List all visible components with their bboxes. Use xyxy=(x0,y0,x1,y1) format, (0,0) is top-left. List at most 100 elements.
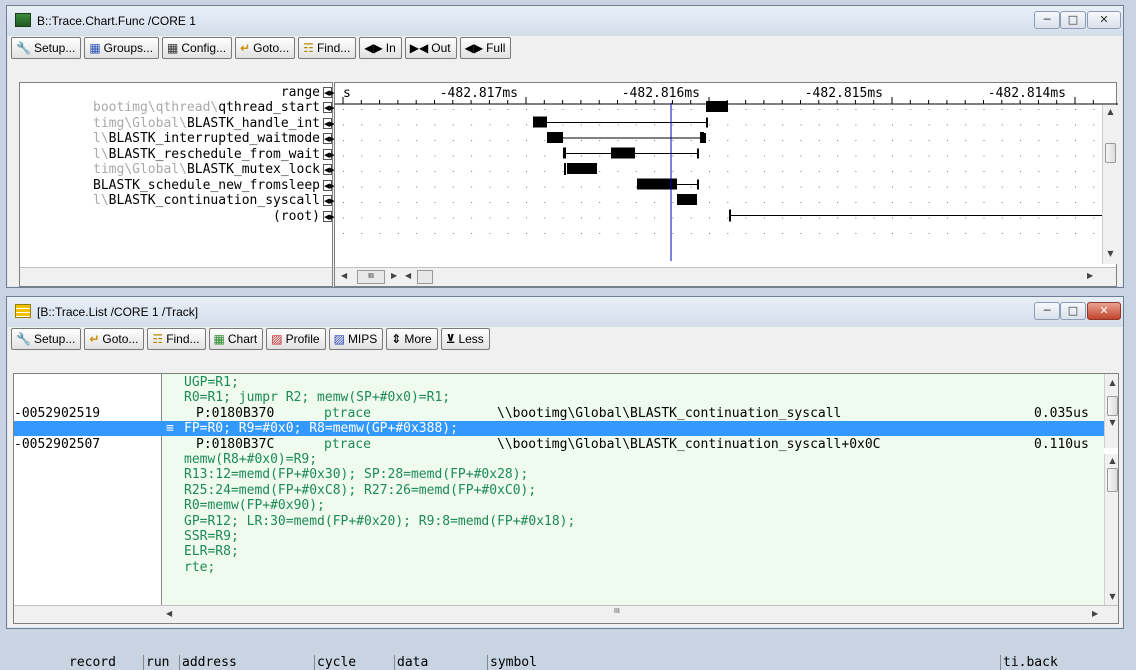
trace-list-body[interactable]: UGP=R1; R0=R1; jumpr R2; memw(SP+#0x0)=R1… xyxy=(13,373,1119,624)
chart-plot-area[interactable]: s -482.817ms -482.816ms -482.815ms -482.814m… xyxy=(334,82,1118,288)
hscroll2-thumb[interactable] xyxy=(417,270,433,284)
function-row-label[interactable]: l\BLASTK_reschedule_from_wait xyxy=(20,147,320,162)
function-row-label[interactable]: timg\Global\BLASTK_handle_int xyxy=(20,116,320,131)
scroll-up-arrow-icon[interactable]: ▲ xyxy=(1103,107,1118,116)
hscroll2-left-arrow-icon[interactable]: ◀ xyxy=(405,271,411,280)
grid-dot xyxy=(818,140,820,141)
column-separator[interactable] xyxy=(143,655,144,670)
chart-button[interactable]: ▦ Chart xyxy=(208,328,264,350)
column-separator[interactable] xyxy=(394,655,395,670)
row-expand-icon[interactable]: ◀▶ xyxy=(323,117,335,129)
list-titlebar[interactable]: [B::Trace.List /CORE 1 /Track] ─ □ ✕ xyxy=(7,297,1123,327)
maximize-button[interactable]: □ xyxy=(1060,11,1086,29)
grid-dot xyxy=(452,140,454,141)
config-button[interactable]: ▦ Config... xyxy=(162,37,233,59)
disassembly-row[interactable]: GP=R12; LR:30=memd(FP+#0x20); R9:8=memd(… xyxy=(14,514,1104,529)
column-header-tiback[interactable]: ti.back xyxy=(1003,655,1058,670)
groups-button[interactable]: ▦ Groups... xyxy=(84,37,160,59)
scroll-down-arrow-icon[interactable]: ▼ xyxy=(1103,249,1118,258)
list-close-button[interactable]: ✕ xyxy=(1087,302,1121,320)
hscroll-thumb[interactable]: III xyxy=(357,270,385,284)
chart-titlebar[interactable]: B::Trace.Chart.Func /CORE 1 ─ □ ✕ xyxy=(7,6,1123,36)
chart-vertical-scrollbar[interactable]: ▲ ▼ xyxy=(1102,105,1118,264)
column-separator[interactable] xyxy=(314,655,315,670)
hscroll-left-arrow-icon[interactable]: ◀ xyxy=(341,271,347,280)
goto-button[interactable]: ↵ Goto... xyxy=(84,328,145,350)
zoom-full-icon: ◀▶ xyxy=(464,41,484,55)
disassembly-row[interactable]: R25:24=memd(FP+#0xC8); R27:26=memd(FP+#0… xyxy=(14,483,1104,498)
disassembly-row[interactable]: rte; xyxy=(14,560,1104,575)
row-expand-icon[interactable]: ◀▶ xyxy=(323,195,335,206)
disassembly-row[interactable]: memw(R8+#0x0)=R9; xyxy=(14,452,1104,467)
list-upper-vscroll[interactable]: ▲ ▼ xyxy=(1104,374,1118,448)
disassembly-row[interactable]: ELR=R8; xyxy=(14,544,1104,559)
grid-dot xyxy=(873,124,875,126)
disassembly-row[interactable]: R13:12=memd(FP+#0x30); SP:28=memd(FP+#0x… xyxy=(14,467,1104,482)
list-window-title: [B::Trace.List /CORE 1 /Track] xyxy=(37,305,199,319)
trace-record-row[interactable]: -0052902507 P:0180B37C ptrace \\bootimg\Glo… xyxy=(14,437,1104,452)
function-row-label[interactable]: (root) xyxy=(20,209,320,224)
list-scroll-up-arrow-icon[interactable]: ▲ xyxy=(1105,378,1118,387)
list-horizontal-scrollbar[interactable]: ◀ III ▶ xyxy=(14,605,1118,623)
row-expand-icon[interactable]: ◀▶ xyxy=(323,148,335,160)
list-hscroll-thumb-grip[interactable]: III xyxy=(614,608,620,615)
row-expand-icon[interactable]: ◀▶ xyxy=(323,102,335,113)
function-row-label[interactable]: l\BLASTK_interrupted_waitmode xyxy=(20,131,320,146)
list-lower-vscroll[interactable]: ▲ ▼ xyxy=(1104,454,1118,607)
list-scroll-down-arrow-icon[interactable]: ▼ xyxy=(1105,418,1118,427)
mips-button[interactable]: ▨ MIPS xyxy=(328,328,384,350)
minimize-button[interactable]: ─ xyxy=(1034,11,1060,29)
grid-dot xyxy=(983,140,985,141)
chart-horizontal-scrollbar[interactable]: ◀ III ▶ ◀ ▶ xyxy=(335,267,1116,286)
selected-trace-row[interactable]: ≡ FP=R0; R9=#0x0; R8=memw(GP+#0x388); xyxy=(14,421,1104,437)
column-separator[interactable] xyxy=(487,655,488,670)
disassembly-row[interactable]: UGP=R1; xyxy=(14,375,1104,390)
row-expand-icon[interactable]: ◀▶ xyxy=(323,179,335,191)
column-separator[interactable] xyxy=(1000,655,1001,670)
list-upper-thumb[interactable] xyxy=(1107,396,1118,416)
find-button[interactable]: ☶ Find... xyxy=(298,37,357,59)
column-header-data[interactable]: data xyxy=(397,655,428,670)
column-header-run[interactable]: run xyxy=(146,655,169,670)
disassembly-row[interactable]: SSR=R9; xyxy=(14,529,1104,544)
column-separator[interactable] xyxy=(179,655,180,670)
list2-scroll-down-arrow-icon[interactable]: ▼ xyxy=(1105,592,1118,601)
profile-button[interactable]: ▨ Profile xyxy=(266,328,326,350)
trace-record-row[interactable]: -0052902519 P:0180B370 ptrace \\bootimg\Glo… xyxy=(14,406,1104,421)
list2-scroll-up-arrow-icon[interactable]: ▲ xyxy=(1105,456,1118,465)
list-hscroll-left-arrow-icon[interactable]: ◀ xyxy=(166,609,172,618)
list-minimize-button[interactable]: ─ xyxy=(1034,302,1060,320)
disassembly-row[interactable]: R0=R1; jumpr R2; memw(SP+#0x0)=R1; xyxy=(14,390,1104,405)
toolbar-button-label: More xyxy=(404,332,432,346)
in-button[interactable]: ◀▶ In xyxy=(359,37,402,59)
column-header-address[interactable]: address xyxy=(182,655,237,670)
list-maximize-button[interactable]: □ xyxy=(1060,302,1086,320)
setup-button[interactable]: 🔧 Setup... xyxy=(11,328,82,350)
chart-vscroll-thumb[interactable] xyxy=(1105,143,1116,163)
function-row-label[interactable]: timg\Global\BLASTK_mutex_lock xyxy=(20,162,320,177)
function-row-label[interactable]: l\BLASTK_continuation_syscall xyxy=(20,193,320,208)
hscroll2-right-arrow-icon[interactable]: ▶ xyxy=(1087,271,1093,280)
less-button[interactable]: ⊻ Less xyxy=(440,328,490,350)
disassembly-row[interactable]: R0=memw(FP+#0x90); xyxy=(14,498,1104,513)
column-header-record[interactable]: record xyxy=(69,655,116,670)
list-lower-thumb[interactable] xyxy=(1107,468,1118,492)
goto-button[interactable]: ↵ Goto... xyxy=(235,37,296,59)
range-expand-icon[interactable]: ◀▶ xyxy=(323,87,335,98)
row-expand-icon[interactable]: ◀▶ xyxy=(323,210,335,222)
find-button[interactable]: ☶ Find... xyxy=(147,328,206,350)
chart-svg[interactable]: s -482.817ms -482.816ms -482.815ms -482.814m… xyxy=(335,83,1118,288)
row-expand-icon[interactable]: ◀▶ xyxy=(323,164,335,175)
list-hscroll-right-arrow-icon[interactable]: ▶ xyxy=(1092,609,1098,618)
function-row-label[interactable]: BLASTK_schedule_new_fromsleep xyxy=(20,178,320,193)
column-header-symbol[interactable]: symbol xyxy=(490,655,537,670)
row-expand-icon[interactable]: ◀▶ xyxy=(323,133,335,144)
full-button[interactable]: ◀▶ Full xyxy=(459,37,512,59)
function-row-label[interactable]: bootimg\qthread\qthread_start xyxy=(20,100,320,115)
more-button[interactable]: ⇕ More xyxy=(386,328,438,350)
out-button[interactable]: ▶◀ Out xyxy=(404,37,457,59)
hscroll-right-arrow-icon[interactable]: ▶ xyxy=(391,271,397,280)
setup-button[interactable]: 🔧 Setup... xyxy=(11,37,82,59)
close-button[interactable]: ✕ xyxy=(1087,11,1121,29)
column-header-cycle[interactable]: cycle xyxy=(317,655,356,670)
